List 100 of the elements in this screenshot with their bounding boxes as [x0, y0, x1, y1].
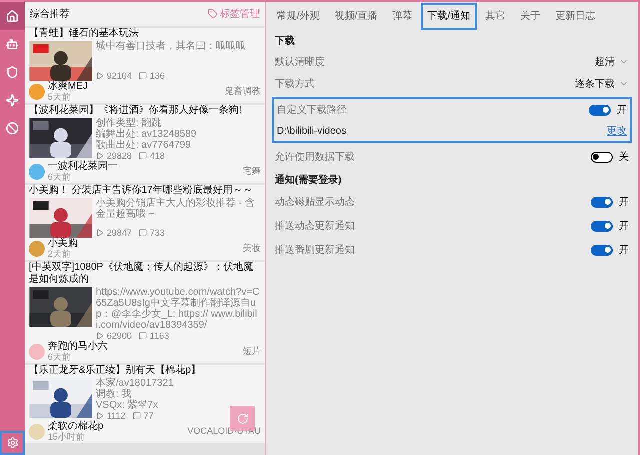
setting-label: 默认清晰度 [275, 56, 325, 70]
setting-label: 自定义下载路径 [277, 104, 347, 118]
settings-button[interactable] [0, 431, 25, 455]
toggle-switch[interactable] [591, 220, 613, 232]
video-description: 歌曲出处: av7764799 [96, 140, 192, 151]
video-description: 创作类型: 翻跳 [96, 118, 162, 129]
category-label: 美妆 [243, 242, 261, 255]
setting-label: 推送番剧更新通知 [275, 244, 355, 258]
tab[interactable]: 下载/通知 [420, 3, 478, 30]
video-description: https://www.youtube.com/watch?v=C65Za5U8sIg中文字幕制作翻译源自up：@李李少女_L: https:// www.bilibili.com/video/av18394359/ [96, 287, 261, 331]
toggle-state: 关 [619, 150, 629, 164]
dropdown[interactable]: 超清 [595, 54, 629, 70]
post-time: 15小时前 [48, 432, 86, 442]
post-time: 6天前 [48, 172, 72, 182]
video-card[interactable]: 小美购！ 分装店主告诉你17年哪些粉底最好用～～ 小美购分销店主大人的彩妆推荐 - 含金量超高哦 ~ 29847 733 小美购 2天前 美妆 [25, 185, 265, 260]
toggle-state: 开 [619, 220, 629, 234]
comment-icon [139, 72, 148, 80]
toggle-switch[interactable] [589, 104, 611, 116]
comment-icon [139, 229, 148, 237]
section-title: 通知(需要登录) [274, 174, 343, 188]
video-description: 本家/av18017321 [96, 378, 174, 389]
sparkle-icon [6, 94, 19, 106]
post-time: 5天前 [48, 92, 72, 102]
toggle-state: 开 [617, 104, 627, 118]
play-icon [96, 72, 104, 80]
nav-item[interactable] [0, 2, 25, 30]
feed-title: 综合推荐 [30, 8, 70, 22]
video-description: 小美购分销店主大人的彩妆推荐 - 含金量超高哦 ~ [96, 198, 256, 220]
play-icon [96, 152, 104, 160]
comment-icon [132, 412, 141, 420]
toggle-state: 开 [619, 244, 629, 258]
tab[interactable]: 其它 [478, 3, 512, 30]
toggle-state: 开 [619, 196, 629, 210]
video-description: 城中有善口技者，其名曰：呱呱呱 [96, 41, 246, 52]
tab[interactable]: 更新日志 [548, 3, 602, 30]
download-path: D:\bilibili-videos [277, 124, 346, 138]
toggle-switch[interactable] [591, 152, 613, 162]
video-description: 编舞出处: av13248589 [96, 129, 197, 140]
danmaku-count: 418 [150, 151, 166, 161]
tag-icon [208, 9, 218, 19]
robot-icon [6, 38, 19, 50]
toggle-switch[interactable] [591, 244, 613, 256]
author-name: 小美购 [48, 238, 78, 248]
video-title: 【青蛙】锤石的基本玩法 [29, 28, 140, 40]
avatar [29, 344, 45, 360]
tab[interactable]: 关于 [513, 3, 548, 30]
danmaku-count: 136 [150, 71, 166, 81]
play-icon [96, 229, 104, 237]
view-count: 29847 [107, 228, 132, 238]
category-label: VOCALOID·UTAU [188, 424, 261, 438]
change-link[interactable]: 更改 [607, 124, 627, 138]
section-title: 下载 [274, 34, 296, 49]
post-time: 2天前 [48, 248, 72, 258]
category-label: 宅舞 [243, 164, 261, 178]
video-title: 【乐正龙牙&乐正绫】别有天【棉花p】 [29, 365, 202, 377]
setting-label: 下载方式 [275, 78, 315, 92]
avatar [29, 424, 45, 440]
category-label: 短片 [243, 344, 261, 358]
video-card[interactable]: 【乐正龙牙&乐正绫】别有天【棉花p】 本家/av18017321 调教: 我 VSQx: 紫翠7x 1112 77 柔软の棉花p 15小时前 VOCALOID·UTAU [25, 365, 265, 443]
author-name: 奔跑的马小六 [48, 342, 108, 352]
video-description: 调教: 我 [96, 389, 132, 400]
view-count: 29828 [107, 151, 132, 161]
video-card[interactable]: 【青蛙】锤石的基本玩法 城中有善口技者，其名曰：呱呱呱 92104 136 冰爽MEJ 5天前 鬼畜调教 [25, 28, 265, 103]
setting-label: 允许使用数据下载 [275, 150, 355, 164]
tab[interactable]: 视频/直播 [328, 3, 385, 30]
danmaku-count: 77 [144, 411, 154, 421]
video-title: 小美购！ 分装店主告诉你17年哪些粉底最好用～～ [29, 185, 254, 197]
danmaku-count: 1163 [150, 331, 170, 341]
setting-label: 推送动态更新通知 [275, 220, 355, 234]
category-label: 鬼畜调教 [225, 84, 261, 98]
comment-icon [139, 152, 148, 160]
video-card[interactable]: 【波利花菜园】《将进酒》你看那人好像一条狗! 创作类型: 翻跳 编舞出处: av13248589 歌曲出处: av7764799 29828 418 一波利花菜园一 6天前 宅舞 [25, 105, 265, 183]
author-name: 柔软の棉花p [48, 422, 104, 432]
tab[interactable]: 弹幕 [386, 3, 420, 30]
toggle-switch[interactable] [591, 196, 613, 208]
ban-icon [6, 122, 19, 134]
video-card[interactable]: [中英双字]1080P《伏地魔：传人的起源》：伏地魔是如何炼成的 https://www.youtube.com/watch?v=C65Za5U8sIg中文字幕制作翻译源自up：@李李少女_L: https:// www.bilibili.com/video/av18394359/ 62900 1163 奔跑的马小六 6天前 短片 [25, 262, 265, 363]
settings-icon [6, 437, 18, 449]
refresh-icon [236, 412, 248, 424]
shield-icon [6, 66, 19, 78]
post-time: 6天前 [48, 352, 72, 362]
video-description: VSQx: 紫翠7x [96, 400, 158, 411]
view-count: 1112 [107, 411, 126, 421]
author-name: 冰爽MEJ [48, 82, 88, 92]
avatar [29, 84, 45, 100]
video-title: 【波利花菜园】《将进酒》你看那人好像一条狗! [29, 105, 243, 117]
video-title: [中英双字]1080P《伏地魔：传人的起源》：伏地魔是如何炼成的 [29, 262, 254, 286]
tab[interactable]: 常规/外观 [270, 3, 327, 30]
avatar [29, 164, 45, 180]
comment-icon [139, 332, 148, 340]
play-icon [96, 412, 104, 420]
view-count: 62900 [107, 331, 132, 341]
dropdown[interactable]: 逐条下载 [575, 76, 629, 92]
view-count: 92104 [107, 71, 132, 81]
danmaku-count: 733 [150, 228, 166, 238]
author-name: 一波利花菜园一 [48, 162, 118, 172]
setting-label: 动态磁贴显示动态 [275, 196, 355, 210]
home-icon [6, 10, 19, 22]
play-icon [96, 332, 104, 340]
avatar [29, 240, 45, 256]
